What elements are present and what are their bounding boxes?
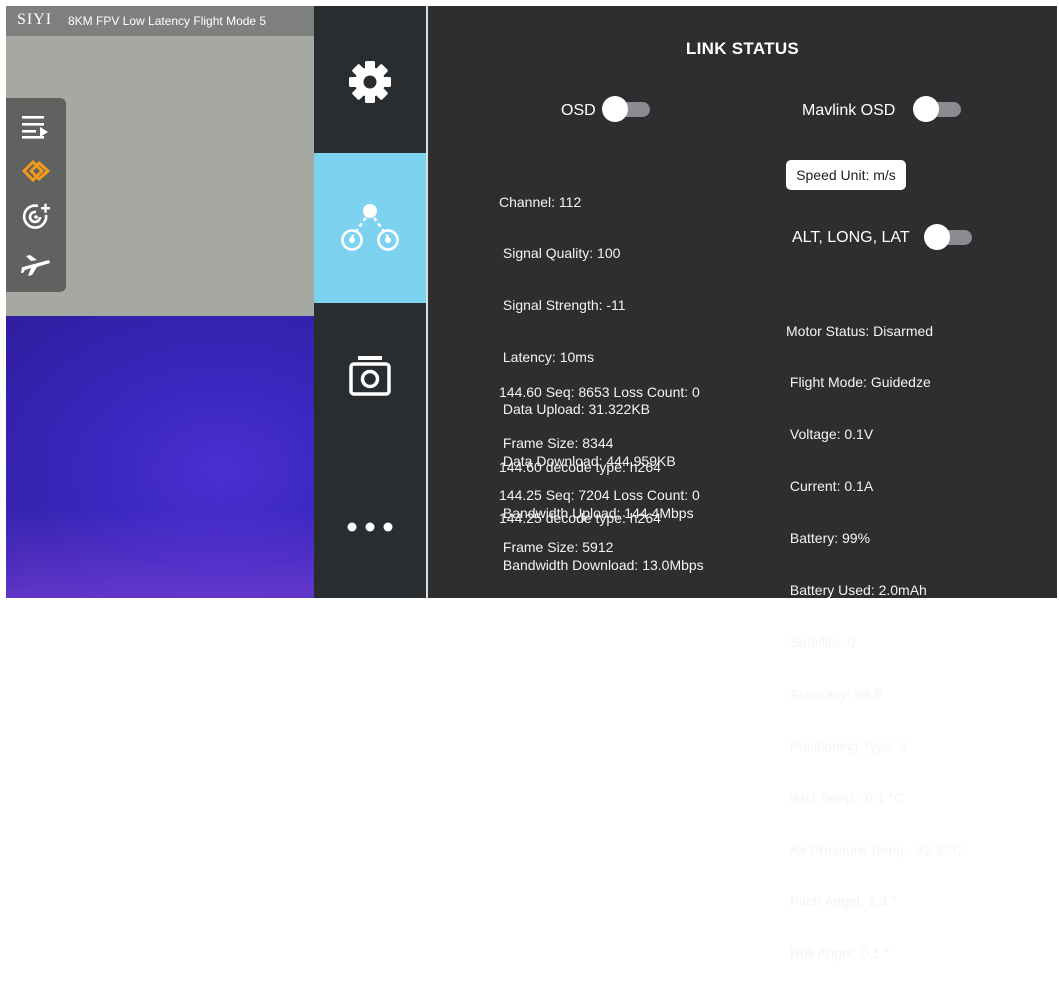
flight-stats: Motor Status: Disarmed Flight Mode: Guid… xyxy=(786,288,963,997)
link-status-icon xyxy=(341,204,399,251)
list-play-icon[interactable] xyxy=(20,110,52,142)
stat-line: Channel: 112 xyxy=(499,193,582,210)
osd-toggle[interactable] xyxy=(602,96,652,122)
stat-line: Flight Mode: Guidedze xyxy=(786,374,931,391)
side-menu xyxy=(314,6,426,598)
stat-line: Accuracy: 99.9 xyxy=(786,685,882,702)
alt-long-lat-label: ALT, LONG, LAT xyxy=(792,229,910,246)
menu-item-settings[interactable] xyxy=(314,6,426,152)
stat-line: Battery: 99% xyxy=(786,530,871,547)
stat-line: 144.25 decode type: h264 xyxy=(499,510,661,527)
mavlink-osd-toggle-knob xyxy=(913,96,939,122)
stat-line: Satellite: 0 xyxy=(786,633,856,650)
stat-line: Positioning Type: 1 xyxy=(786,737,908,754)
stat-line: Motor Status: Disarmed xyxy=(786,322,934,339)
decode-stats: 144.60 decode type: h264 144.25 decode t… xyxy=(499,424,661,562)
gear-icon xyxy=(349,61,391,103)
stat-line: 144.60 decode type: h264 xyxy=(499,458,661,475)
mavlink-osd-label: Mavlink OSD xyxy=(802,102,896,119)
flight-mode-title: 8KM FPV Low Latency Flight Mode 5 xyxy=(68,14,267,28)
link-chain-icon[interactable] xyxy=(20,155,52,187)
mavlink-osd-toggle[interactable] xyxy=(913,96,963,122)
stat-line: Signal Quality: 100 xyxy=(499,245,621,262)
stat-line: Air Pressure Temp.: 32.3 °C xyxy=(786,841,963,858)
osd-toggle-knob xyxy=(602,96,628,122)
menu-item-camera[interactable] xyxy=(314,303,426,453)
more-dots-icon xyxy=(347,522,393,532)
camera-icon xyxy=(349,356,391,396)
brand-logo: SIYI xyxy=(17,11,53,28)
alt-long-lat-toggle[interactable] xyxy=(924,224,974,250)
alt-long-lat-toggle-knob xyxy=(924,224,950,250)
page-title: LINK STATUS xyxy=(685,39,800,58)
osd-label: OSD xyxy=(561,102,596,119)
menu-item-more[interactable] xyxy=(314,453,426,603)
target-add-icon[interactable] xyxy=(20,201,52,233)
menu-item-link-status[interactable] xyxy=(314,153,426,303)
video-feed[interactable]: SIYI 8KM FPV Low Latency Flight Mode 5 xyxy=(6,6,314,598)
stat-line: Pitch Angel: 1.3 ° xyxy=(786,893,897,910)
stat-line: Current: 0.1A xyxy=(786,478,874,495)
stat-line: Battery Used: 2.0mAh xyxy=(786,582,927,599)
stat-line: IMU Temp.: 0.1 °C xyxy=(786,789,905,806)
status-bar: SIYI 8KM FPV Low Latency Flight Mode 5 xyxy=(6,6,314,36)
stat-line: Roll Angel: 0.1 ° xyxy=(786,945,890,962)
tool-palette xyxy=(6,98,66,292)
stat-line: 144.60 Seq: 8653 Loss Count: 0 xyxy=(499,383,700,400)
speed-unit-button[interactable]: Speed Unit: m/s xyxy=(786,160,906,190)
link-status-panel: LINK STATUS OSD Mavlink OSD Speed Unit: … xyxy=(428,6,1057,961)
stat-line: Voltage: 0.1V xyxy=(786,426,874,443)
airplane-icon[interactable] xyxy=(20,248,52,280)
video-frame-lower xyxy=(6,316,314,598)
stat-line: Signal Strength: -11 xyxy=(499,297,626,314)
